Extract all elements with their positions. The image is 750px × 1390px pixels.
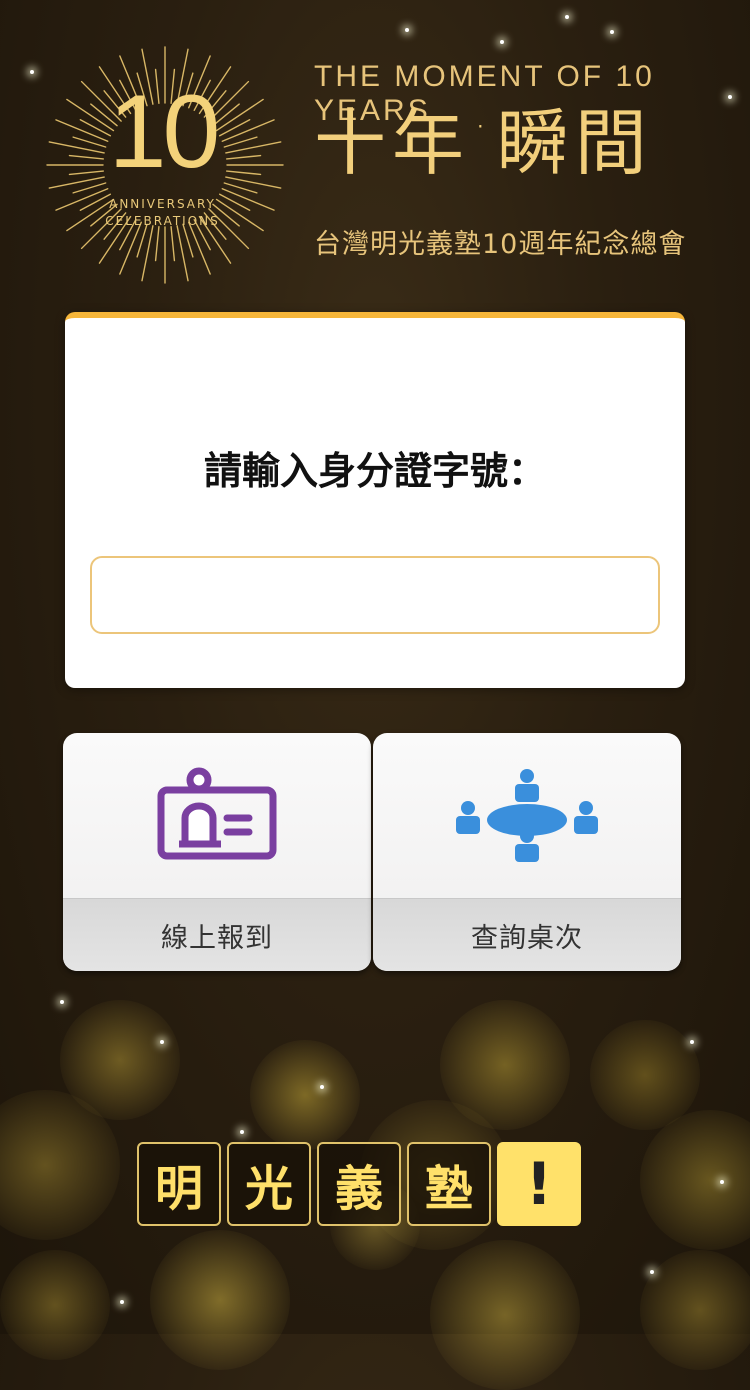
meeting-table-icon [456,769,598,862]
id-number-input[interactable] [90,556,660,634]
title-part2: 瞬間 [496,101,653,185]
sunburst-ray [170,226,176,262]
sunburst-ray [154,226,160,262]
title-part1: 十年 [314,101,471,185]
emblem-line1: ANNIVERSARY [109,197,216,211]
id-entry-card: 請輸入身分證字號： [65,312,685,688]
sunburst-ray [226,154,262,160]
emblem-number: 10 [108,74,221,190]
online-checkin-label: 線上報到 [161,922,273,954]
brand-logo: 明 光 義 塾 ! [137,1142,581,1226]
title-separator: · [474,104,493,150]
emblem-caption: ANNIVERSARY CELEBRATIONS [85,196,240,230]
logo-tile: 義 [317,1142,401,1226]
logo-exclamation-tile: ! [497,1142,581,1226]
online-checkin-button[interactable]: 線上報到 [63,733,371,971]
logo-tile: 光 [227,1142,311,1226]
id-prompt-label: 請輸入身分證字號： [203,449,546,493]
logo-tile: 明 [137,1142,221,1226]
sunburst-ray [226,170,262,176]
logo-tile: 塾 [407,1142,491,1226]
sunburst-ray [68,154,104,160]
query-table-label: 查詢桌次 [471,922,583,954]
sunburst-ray [68,170,104,176]
query-table-button[interactable]: 查詢桌次 [373,733,681,971]
page-title: 十年 ·瞬間 [314,100,653,186]
page-subtitle: 台灣明光義塾10週年紀念總會 [314,229,687,260]
id-card-icon [157,767,277,860]
emblem-line2: CELEBRATIONS [105,214,220,228]
